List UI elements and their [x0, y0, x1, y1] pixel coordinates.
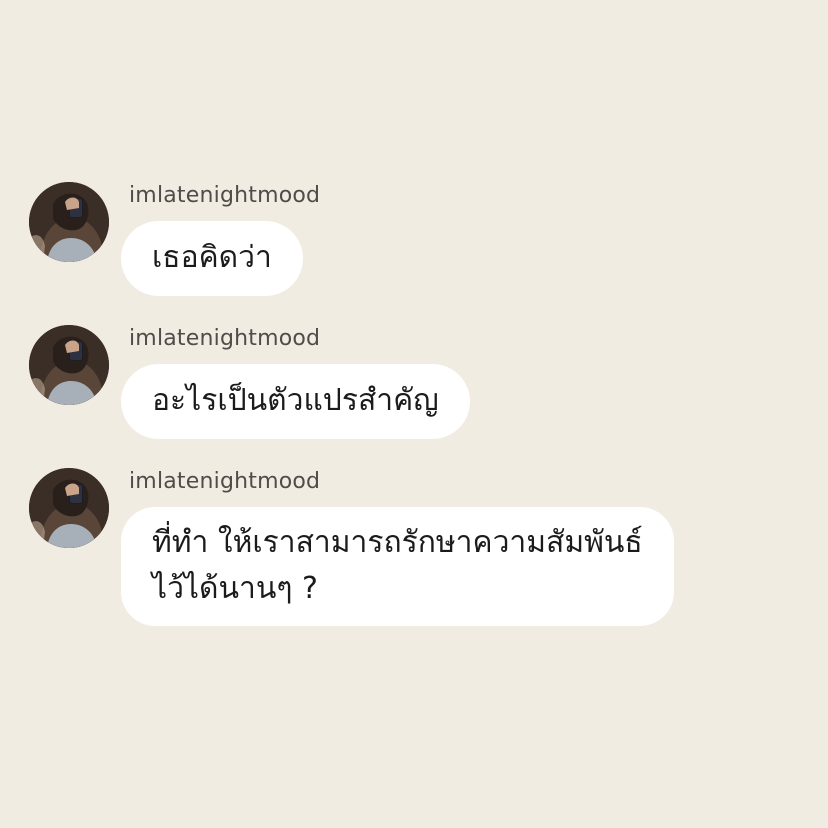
message-username[interactable]: imlatenightmood [129, 469, 320, 495]
chat-thread: imlatenightmood เธอคิดว่า imlatenightmoo… [0, 0, 828, 828]
message-text: อะไรเป็นตัวแปรสำคัญ [152, 383, 439, 418]
message-bubble[interactable]: เธอคิดว่า [121, 221, 303, 296]
user-avatar[interactable] [29, 468, 109, 548]
avatar-photo-icon [29, 468, 109, 548]
message-bubble[interactable]: ที่ทำ ให้เราสามารถรักษาความสัมพันธ์ ไว้ไ… [121, 507, 674, 626]
user-avatar[interactable] [29, 182, 109, 262]
user-avatar[interactable] [29, 325, 109, 405]
message-username[interactable]: imlatenightmood [129, 326, 320, 352]
avatar-photo-icon [29, 325, 109, 405]
message-text-line: ไว้ได้นานๆ ? [152, 571, 318, 606]
message-text-line: ที่ทำ ให้เราสามารถรักษาความสัมพันธ์ [152, 525, 643, 560]
message-text: เธอคิดว่า [152, 240, 272, 275]
message-username[interactable]: imlatenightmood [129, 183, 320, 209]
message-bubble[interactable]: อะไรเป็นตัวแปรสำคัญ [121, 364, 470, 439]
avatar-photo-icon [29, 182, 109, 262]
